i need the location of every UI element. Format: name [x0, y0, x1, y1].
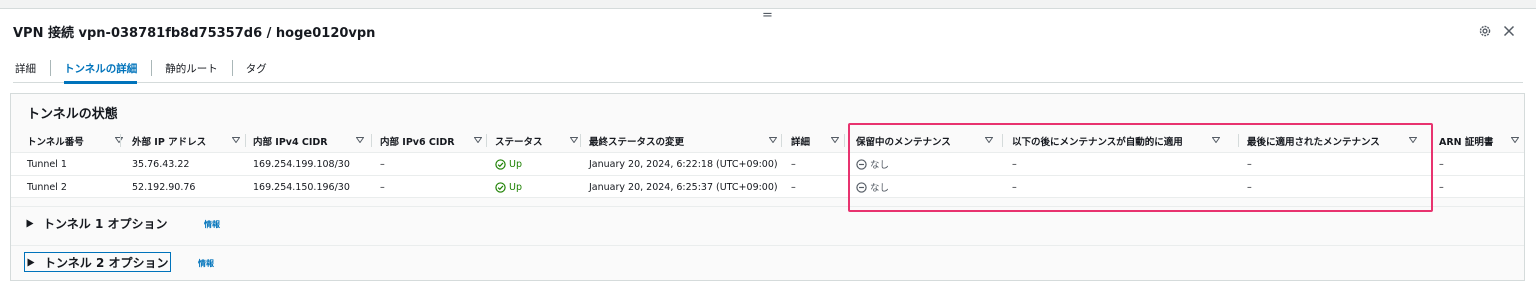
tab-static-routes[interactable]: 静的ルート: [151, 53, 232, 83]
panel-title: トンネルの状態: [27, 107, 118, 122]
cell-details: –: [791, 158, 796, 170]
tab-label: 詳細: [15, 62, 36, 75]
tunnel-2-options-section: トンネル 2 オプション 情報: [11, 245, 1524, 278]
tab-list: 詳細 トンネルの詳細 静的ルート タグ: [13, 53, 1523, 84]
tab-label: 静的ルート: [165, 62, 218, 75]
caret-down-icon: [568, 134, 580, 146]
cell-tunnel: Tunnel 2: [27, 181, 67, 193]
cell-certificate-arn: –: [1439, 181, 1444, 193]
column-header-last-status-change[interactable]: 最終ステータスの変更: [589, 129, 777, 152]
tab-details[interactable]: 詳細: [13, 53, 50, 83]
cell-inside-ipv6: –: [380, 181, 385, 193]
cell-certificate-arn: –: [1439, 158, 1444, 170]
cell-status: Up: [495, 176, 522, 198]
column-header-details[interactable]: 詳細: [791, 129, 839, 152]
column-header-status[interactable]: ステータス: [495, 129, 578, 152]
tab-label: タグ: [245, 62, 267, 75]
tab-tunnel-details[interactable]: トンネルの詳細: [50, 53, 151, 84]
caret-right-icon: [26, 218, 36, 228]
column-divider: [371, 134, 372, 147]
column-divider: [844, 134, 845, 147]
cell-outside-ip: 35.76.43.22: [132, 158, 190, 170]
tunnel-1-options-toggle[interactable]: トンネル 1 オプション: [24, 213, 169, 233]
column-header-label: ステータス: [495, 136, 543, 148]
maintenance-columns-highlight: [848, 123, 1433, 212]
column-divider: [245, 134, 246, 147]
column-header-label: 外部 IP アドレス: [132, 136, 207, 148]
info-link[interactable]: 情報: [204, 219, 220, 230]
gear-icon[interactable]: [1476, 22, 1494, 40]
column-divider: [580, 134, 581, 147]
cell-outside-ip: 52.192.90.76: [132, 181, 196, 193]
column-header-inside-ipv6[interactable]: 内部 IPv6 CIDR: [380, 129, 482, 152]
cell-inside-ipv4: 169.254.150.196/30: [253, 181, 350, 193]
check-circle-icon: [495, 158, 506, 170]
tab-label: トンネルの詳細: [64, 62, 138, 75]
column-divider: [781, 134, 782, 147]
tunnel-2-options-toggle[interactable]: トンネル 2 オプション: [24, 252, 172, 272]
cell-inside-ipv6: –: [380, 158, 385, 170]
column-header-label: トンネル番号: [27, 136, 84, 148]
column-header-label: 詳細: [791, 136, 811, 148]
caret-down-icon: [472, 134, 484, 146]
split-panel-drag-handle[interactable]: =: [762, 9, 773, 23]
cell-last-status-change: January 20, 2024, 6:25:37 (UTC+09:00): [589, 181, 778, 193]
column-header-certificate-arn[interactable]: ARN 証明書: [1439, 129, 1519, 152]
caret-down-icon: [354, 134, 366, 146]
column-header-outside-ip[interactable]: 外部 IP アドレス: [132, 129, 240, 152]
status-text: Up: [509, 181, 522, 193]
check-circle-icon: [495, 181, 506, 193]
cell-details: –: [791, 181, 796, 193]
caret-down-icon: [767, 134, 779, 146]
column-header-label: 内部 IPv4 CIDR: [253, 136, 328, 148]
caret-down-icon: [113, 134, 125, 146]
column-divider: [486, 134, 487, 147]
caret-right-icon: [27, 257, 37, 267]
column-divider: [120, 134, 121, 147]
expander-label: トンネル 2 オプション: [44, 255, 169, 270]
expander-label: トンネル 1 オプション: [43, 216, 168, 231]
column-header-tunnel-number[interactable]: トンネル番号: [27, 129, 123, 152]
close-icon[interactable]: [1500, 22, 1518, 40]
column-header-label: 内部 IPv6 CIDR: [380, 136, 455, 148]
caret-down-icon: [829, 134, 841, 146]
info-link[interactable]: 情報: [198, 258, 214, 269]
tab-tags[interactable]: タグ: [231, 53, 281, 83]
status-text: Up: [509, 158, 522, 170]
caret-down-icon: [230, 134, 242, 146]
cell-tunnel: Tunnel 1: [27, 158, 67, 170]
column-header-inside-ipv4[interactable]: 内部 IPv4 CIDR: [253, 129, 364, 152]
column-header-label: ARN 証明書: [1439, 136, 1494, 148]
cell-last-status-change: January 20, 2024, 6:22:18 (UTC+09:00): [589, 158, 778, 170]
cell-status: Up: [495, 153, 522, 175]
caret-down-icon: [1509, 134, 1521, 146]
column-header-label: 最終ステータスの変更: [589, 136, 685, 148]
cell-inside-ipv4: 169.254.199.108/30: [253, 158, 350, 170]
page-title: VPN 接続 vpn-038781fb8d75357d6 / hoge0120v…: [13, 26, 376, 41]
